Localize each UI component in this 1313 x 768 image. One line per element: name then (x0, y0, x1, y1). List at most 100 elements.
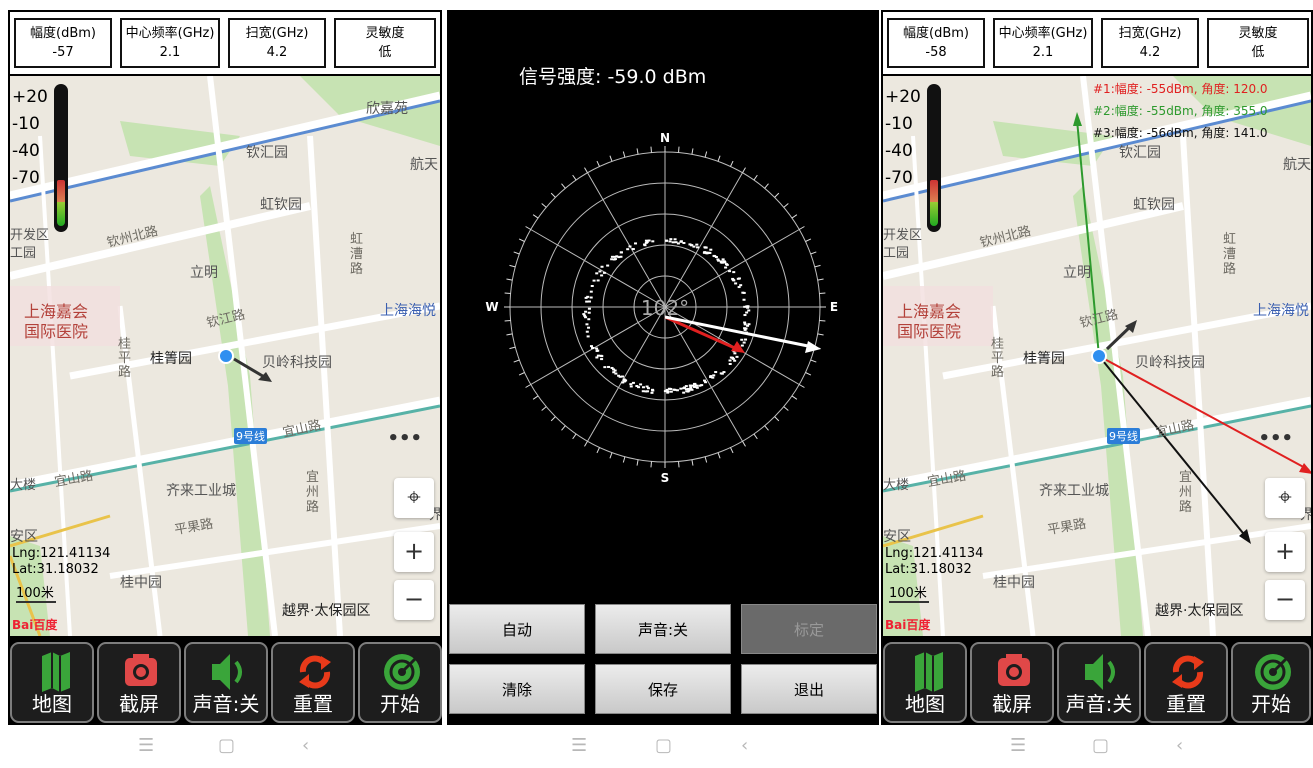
measurement-point (742, 341, 746, 344)
measurement-point (612, 371, 616, 374)
map-label: 齐来工业城 (1039, 483, 1109, 499)
measurement-point (744, 338, 748, 341)
measurement-point (645, 385, 649, 388)
start-button[interactable]: 开始 (358, 642, 442, 723)
middle-nav-bar: ☰ ▢ ‹ (571, 735, 771, 763)
sound-toggle-button[interactable]: 声音:关 (595, 604, 731, 654)
measurement-point (679, 387, 683, 390)
reset-button[interactable]: 重置 (1144, 642, 1228, 723)
signal-meter-scale: +20 -10 -40 -70 (885, 84, 921, 192)
measurement-point (595, 349, 599, 352)
measurement-point (712, 374, 716, 377)
locate-button[interactable]: ⌖ (394, 478, 434, 518)
menu-icon[interactable]: ☰ (571, 735, 587, 756)
polar-tick (518, 372, 525, 376)
locate-button[interactable]: ⌖ (1265, 478, 1305, 518)
polar-tick (814, 264, 821, 268)
zoom-in-button[interactable]: + (1265, 532, 1305, 572)
metro-line-badge: 9号线 (234, 428, 267, 444)
measurement-point (600, 274, 604, 277)
measurement-point (684, 385, 688, 388)
more-icon[interactable]: ••• (387, 428, 422, 449)
measurement-point (619, 251, 623, 254)
zoom-out-button[interactable]: − (1265, 580, 1305, 620)
polar-tick (622, 456, 626, 463)
reset-button[interactable]: 重置 (271, 642, 355, 723)
polar-tick (513, 359, 520, 363)
polar-tick (509, 346, 516, 350)
sound-button[interactable]: 声音:关 (1057, 642, 1141, 723)
sound-button-label: 声音:关 (192, 692, 260, 716)
measurement-point (747, 309, 751, 312)
speaker-icon (1085, 654, 1115, 690)
poi-label: 国际医院 (24, 322, 89, 341)
measurement-point (641, 386, 645, 389)
latitude-readout: Lat:31.18032 (12, 562, 99, 577)
start-button[interactable]: 开始 (1231, 642, 1311, 723)
measurement-point (641, 390, 645, 393)
polar-tick (525, 226, 532, 230)
compass-label: W (485, 300, 498, 314)
measurement-point (629, 383, 633, 386)
map-view[interactable]: +20 -10 -40 -70 #1:幅度: -55dBm, 角度: 120.0… (883, 76, 1311, 636)
menu-icon[interactable]: ☰ (1010, 735, 1026, 756)
auto-button[interactable]: 自动 (449, 604, 585, 654)
sensitivity-box[interactable]: 灵敏度 低 (334, 18, 436, 68)
zoom-out-button[interactable]: − (394, 580, 434, 620)
measurement-point (598, 270, 602, 273)
reset-button-label: 重置 (1166, 692, 1206, 716)
measurement-point (744, 327, 748, 330)
exit-button[interactable]: 退出 (741, 664, 877, 714)
polar-tick (791, 395, 798, 400)
measurement-point (613, 369, 617, 372)
bearing-annotation-1: #1:幅度: -55dBm, 角度: 120.0 (1093, 82, 1268, 96)
home-icon[interactable]: ▢ (218, 735, 235, 756)
amplitude-label: 幅度(dBm) (30, 26, 96, 41)
measurement-point (602, 271, 606, 274)
measurement-point (651, 240, 655, 243)
polar-tick (550, 192, 556, 198)
polar-tick (678, 146, 680, 153)
meter-fill-green (930, 202, 938, 226)
screenshot-button[interactable]: 截屏 (97, 642, 181, 723)
home-icon[interactable]: ▢ (1092, 735, 1109, 756)
reset-button-label: 重置 (293, 692, 333, 716)
polar-tick (596, 447, 600, 454)
map-label: 越界·太保园区 (282, 603, 371, 619)
save-button[interactable]: 保存 (595, 664, 731, 714)
measurement-point (595, 356, 599, 359)
map-button-label: 地图 (905, 692, 945, 716)
screenshot-button[interactable]: 截屏 (970, 642, 1054, 723)
menu-icon[interactable]: ☰ (138, 735, 154, 756)
center-freq-value: 2.1 (1032, 45, 1054, 60)
measurement-point (684, 388, 688, 391)
center-freq-box: 中心频率(GHz) 2.1 (120, 18, 220, 68)
calibrate-button[interactable]: 标定 (741, 604, 877, 654)
metro-line-badge: 9号线 (1107, 428, 1140, 444)
back-icon[interactable]: ‹ (741, 735, 748, 756)
meter-fill-red (57, 180, 65, 204)
back-icon[interactable]: ‹ (302, 735, 309, 756)
home-icon[interactable]: ▢ (655, 735, 672, 756)
sensitivity-box[interactable]: 灵敏度 低 (1207, 18, 1309, 68)
polar-tick (817, 278, 824, 281)
back-icon[interactable]: ‹ (1176, 735, 1183, 756)
measurement-point (599, 354, 603, 357)
center-freq-label: 中心频率(GHz) (998, 26, 1088, 41)
zoom-in-button[interactable]: + (394, 532, 434, 572)
sound-button[interactable]: 声音:关 (184, 642, 268, 723)
polar-tick (636, 459, 639, 466)
measurement-point (647, 239, 651, 242)
more-icon[interactable]: ••• (1258, 428, 1293, 449)
map-button[interactable]: 地图 (10, 642, 94, 723)
measurement-point (713, 255, 717, 258)
measurement-point (685, 390, 689, 393)
map-button[interactable]: 地图 (883, 642, 967, 723)
amplitude-label: 幅度(dBm) (903, 26, 969, 41)
map-view[interactable]: +20 -10 -40 -70 欣嘉苑 钦汇园 航天 虹钦园 钦州北路 开发区 … (10, 76, 440, 636)
measurement-point (650, 391, 654, 394)
span-label: 扫宽(GHz) (1118, 26, 1182, 41)
compass-label: S (661, 471, 670, 485)
clear-button[interactable]: 清除 (449, 664, 585, 714)
meter-fill-red (930, 180, 938, 204)
